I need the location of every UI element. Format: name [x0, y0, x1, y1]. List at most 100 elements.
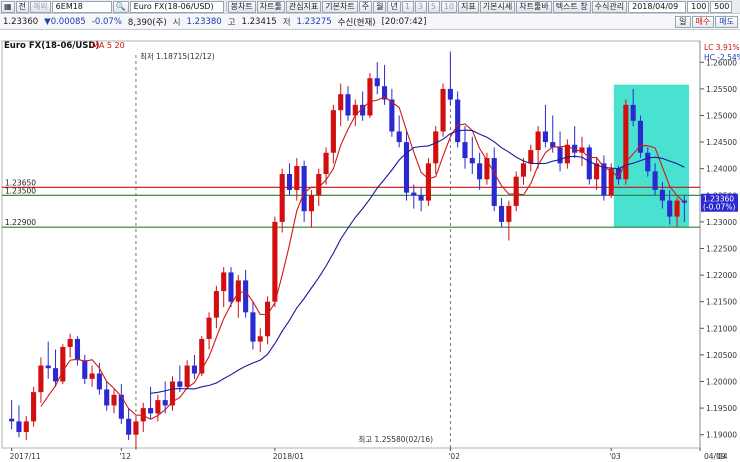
instrument-name-field: Euro FX(18-06/USD) — [129, 0, 224, 13]
tab-chart-tools[interactable]: 차트툴 — [256, 0, 285, 13]
candle-body — [447, 88, 453, 100]
y-tick-label: 1.21000 — [706, 324, 737, 333]
level-label: 1.23500 — [5, 186, 36, 195]
toolbar: ▦ 전 해외 6EM18 🔍 Euro FX(18-06/USD) 봉차트 차트… — [0, 0, 740, 14]
candle-body — [455, 99, 461, 143]
receive-status: 수신(현재) — [337, 18, 376, 28]
chart-area[interactable]: 1.260001.255001.250001.245001.240001.235… — [0, 31, 740, 462]
level-label: 1.22900 — [5, 218, 36, 227]
x-tick-label: 04/09 — [704, 452, 726, 461]
period-month-button[interactable]: 월 — [373, 0, 387, 13]
candle-body — [645, 152, 651, 172]
candle-body — [74, 338, 81, 361]
candle-body — [659, 189, 665, 201]
candle-body — [177, 381, 183, 387]
x-tick-label: 2018/01 — [273, 452, 304, 461]
candle-body — [498, 205, 505, 222]
y-tick-label: 1.22500 — [706, 244, 737, 253]
candle-body — [140, 408, 146, 422]
grid-icon[interactable]: ▦ — [1, 0, 15, 13]
legend-ma: MA 5 20 — [92, 41, 125, 50]
candle-body — [272, 221, 278, 302]
candle-body — [89, 373, 95, 379]
candle-body — [396, 131, 402, 143]
y-tick-label: 1.20500 — [706, 351, 737, 360]
candle-body — [155, 400, 161, 414]
candle-body — [221, 272, 227, 292]
candle-body — [96, 373, 102, 390]
lc-label: LC 3.91% — [704, 43, 740, 52]
candle-body — [148, 408, 154, 414]
candle-body — [265, 301, 271, 337]
date-input[interactable]: 2018/04/09 — [628, 0, 687, 13]
candle-body — [462, 142, 468, 159]
candle-body — [308, 195, 314, 212]
total-count-input[interactable]: 500 — [710, 0, 733, 13]
last-price: 1.23360 — [3, 17, 39, 27]
market-selector[interactable]: 해외 — [29, 0, 51, 13]
candle-body — [630, 104, 636, 121]
candle-body — [557, 147, 563, 164]
price-change-pct: -0.07% — [91, 17, 122, 27]
chart-toolbar-button[interactable]: 차트툴바 — [516, 0, 552, 13]
low-price: 1.23275 — [296, 17, 332, 27]
candle-body — [206, 317, 212, 339]
hc-label: HC -2.54% — [704, 53, 740, 62]
candle-body — [279, 174, 285, 222]
quote-bar: 1.23360 ▼0.00085 -0.07% 8,390(주) 시 1.233… — [0, 15, 740, 30]
item-code-button[interactable]: 전 — [15, 0, 29, 13]
candle-body — [491, 158, 497, 206]
basic-quote-button[interactable]: 기본시세 — [479, 0, 516, 13]
candle-body — [184, 365, 190, 387]
candle-body — [104, 389, 110, 406]
list-button[interactable]: 일 — [675, 16, 691, 28]
candle-body — [228, 272, 234, 302]
tab-candle-chart[interactable]: 봉차트 — [227, 0, 256, 13]
candle-body — [389, 99, 395, 132]
y-tick-label: 1.19000 — [706, 431, 737, 440]
candle-body — [374, 78, 380, 87]
candle-body — [250, 312, 256, 342]
candle-body — [674, 200, 680, 217]
tab-favorite-indicators[interactable]: 관심지표 — [285, 0, 322, 13]
sell-button[interactable]: 매도 — [715, 16, 738, 28]
search-icon[interactable]: 🔍 — [112, 0, 129, 13]
candle-body — [301, 166, 307, 212]
candle-body — [23, 421, 29, 433]
period-5-button[interactable]: 5 — [427, 0, 440, 13]
y-tick-label: 1.25000 — [706, 111, 737, 120]
display-count-input[interactable]: 100 — [687, 0, 710, 13]
candle-body — [213, 291, 219, 318]
period-10-button[interactable]: 10 — [440, 0, 458, 13]
candle-body — [338, 94, 344, 111]
candle-body — [294, 166, 300, 190]
symbol-input[interactable]: 6EM18 — [51, 0, 112, 13]
candle-body — [411, 192, 417, 196]
formula-manager-button[interactable]: 수식관리 — [591, 0, 628, 13]
text-window-button[interactable]: 텍스트 창 — [552, 0, 591, 13]
candle-body — [316, 174, 322, 196]
quote-actions: 일 매수 매도 — [675, 16, 738, 28]
y-tick-label: 1.21500 — [706, 298, 737, 307]
low-annotation: 최저 1.18715(12/12) — [140, 51, 215, 61]
buy-button[interactable]: 매수 — [691, 16, 715, 28]
candle-body — [564, 144, 570, 164]
candle-body — [67, 338, 73, 347]
basic-chart-button[interactable]: 기본차트 — [322, 0, 358, 13]
volume: 8,390(주) — [127, 18, 167, 28]
period-week-button[interactable]: 주 — [358, 0, 373, 13]
candle-body — [403, 142, 410, 193]
high-label: 고 — [227, 18, 236, 28]
candle-body — [126, 418, 132, 435]
candle-body — [45, 365, 51, 369]
y-tick-label: 1.22000 — [706, 271, 737, 280]
indicator-button[interactable]: 지표 — [458, 0, 479, 13]
candle-body — [367, 78, 373, 116]
price-chart[interactable]: 1.260001.255001.250001.245001.240001.235… — [0, 31, 740, 462]
y-tick-label: 1.23000 — [706, 218, 737, 227]
period-year-button[interactable]: 년 — [387, 0, 401, 13]
period-1-button[interactable]: 1 — [401, 0, 414, 13]
high-annotation: 최고 1.25580(02/16) — [358, 434, 433, 444]
period-3-button[interactable]: 3 — [414, 0, 427, 13]
legend-title: Euro FX(18-06/USD) — [4, 41, 99, 51]
